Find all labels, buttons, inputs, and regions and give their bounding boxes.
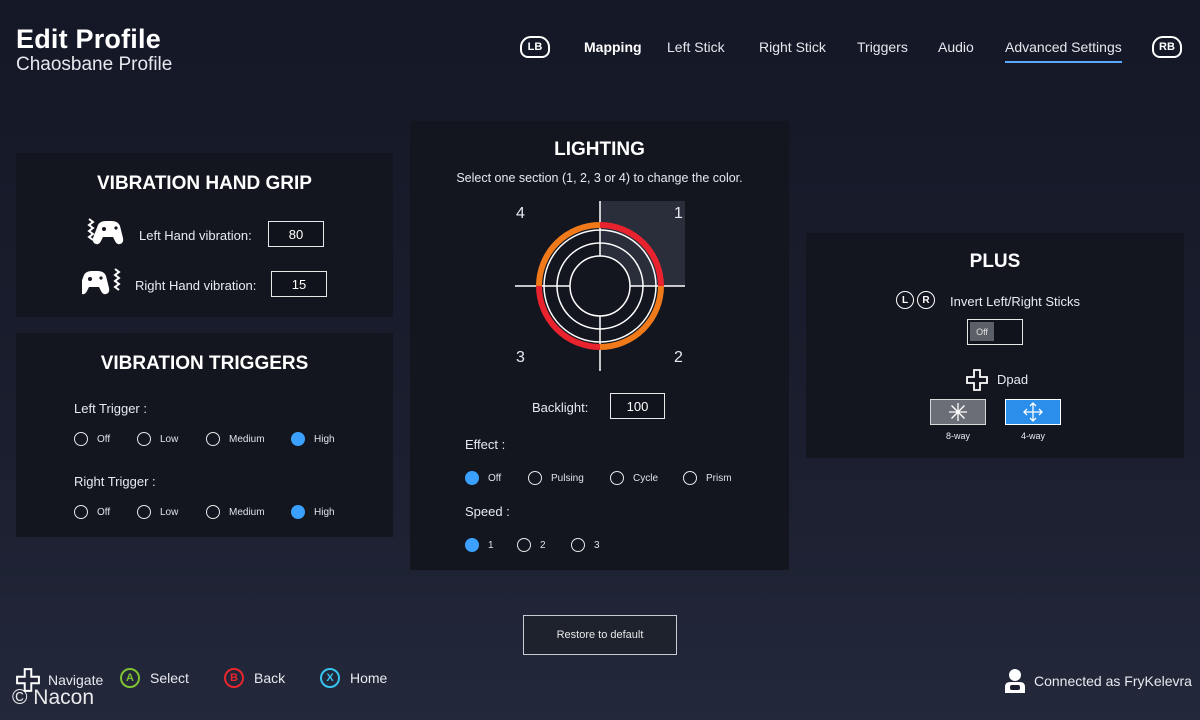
tab-advanced-settings[interactable]: Advanced Settings: [1005, 39, 1122, 63]
quadrant-3-label[interactable]: 3: [516, 349, 525, 367]
right-stick-icon: R: [917, 291, 935, 309]
panel-title: LIGHTING: [554, 139, 645, 160]
footer-select[interactable]: A Select: [120, 668, 189, 688]
b-button-icon: B: [224, 668, 244, 688]
radio-icon: [517, 538, 531, 552]
invert-sticks-label: Invert Left/Right Sticks: [950, 294, 1081, 309]
right-trigger-high[interactable]: High: [291, 505, 335, 519]
radio-icon: [137, 505, 151, 519]
stick-swap-icon: L R: [896, 291, 935, 309]
dpad-icon: [966, 369, 988, 391]
tab-audio[interactable]: Audio: [938, 39, 974, 55]
effect-label: Effect :: [465, 437, 506, 452]
footer-home[interactable]: X Home: [320, 668, 387, 688]
radio-icon: [610, 471, 624, 485]
vibration-triggers-panel: VIBRATION TRIGGERS Left Trigger : Off Lo…: [16, 333, 393, 537]
radio-icon: [683, 471, 697, 485]
right-hand-vibration-label: Right Hand vibration:: [135, 278, 257, 293]
top-nav: LB Mapping Left Stick Right Stick Trigge…: [0, 0, 1200, 80]
speed-label: Speed :: [465, 504, 510, 519]
lb-bumper-icon[interactable]: LB: [520, 36, 550, 58]
radio-icon: [571, 538, 585, 552]
invert-sticks-toggle[interactable]: Off: [967, 319, 1023, 345]
left-hand-vibration-label: Left Hand vibration:: [139, 228, 252, 243]
effect-off[interactable]: Off: [465, 471, 501, 485]
dpad-8way-button[interactable]: [930, 399, 986, 425]
footer-select-label: Select: [150, 670, 189, 686]
a-button-icon: A: [120, 668, 140, 688]
backlight-input[interactable]: 100: [610, 393, 665, 419]
radio-selected-icon: [465, 538, 479, 552]
speed-3[interactable]: 3: [571, 538, 600, 552]
plus-panel: PLUS L R Invert Left/Right Sticks Off Dp…: [806, 233, 1184, 458]
panel-title: PLUS: [969, 251, 1021, 272]
x-button-icon: X: [320, 668, 340, 688]
watermark: © Nacon: [12, 686, 95, 709]
dpad-4way-button[interactable]: [1005, 399, 1061, 425]
effect-cycle[interactable]: Cycle: [610, 471, 658, 485]
rb-bumper-icon[interactable]: RB: [1152, 36, 1182, 58]
lighting-panel: LIGHTING Select one section (1, 2, 3 or …: [410, 121, 789, 570]
lighting-instruction: Select one section (1, 2, 3 or 4) to cha…: [456, 171, 743, 185]
right-hand-vibration-input[interactable]: 15: [271, 271, 327, 297]
radio-selected-icon: [291, 432, 305, 446]
right-trigger-medium[interactable]: Medium: [206, 505, 265, 519]
speed-1[interactable]: 1: [465, 538, 494, 552]
radio-selected-icon: [465, 471, 479, 485]
backlight-label: Backlight:: [532, 400, 589, 415]
panel-title: VIBRATION HAND GRIP: [97, 173, 312, 194]
left-trigger-label: Left Trigger :: [74, 401, 147, 416]
left-trigger-off[interactable]: Off: [74, 432, 110, 446]
right-trigger-label: Right Trigger :: [74, 474, 156, 489]
vibration-hand-grip-panel: VIBRATION HAND GRIP Left Hand vibration:…: [16, 153, 393, 317]
effect-pulsing[interactable]: Pulsing: [528, 471, 584, 485]
right-hand-vibration-icon: [82, 268, 121, 295]
left-stick-icon: L: [896, 291, 914, 309]
tab-triggers[interactable]: Triggers: [857, 39, 908, 55]
left-trigger-low[interactable]: Low: [137, 432, 178, 446]
speed-2[interactable]: 2: [517, 538, 546, 552]
quadrant-2-label[interactable]: 2: [674, 349, 683, 367]
radio-icon: [206, 505, 220, 519]
tab-mapping[interactable]: Mapping: [584, 39, 642, 55]
dpad-label: Dpad: [997, 372, 1029, 387]
tab-right-stick[interactable]: Right Stick: [759, 39, 826, 55]
toggle-knob: Off: [970, 322, 994, 341]
radio-icon: [74, 505, 88, 519]
radio-icon: [528, 471, 542, 485]
quadrant-1-label[interactable]: 1: [674, 205, 683, 223]
restore-default-button[interactable]: Restore to default: [523, 615, 677, 655]
left-hand-vibration-input[interactable]: 80: [268, 221, 324, 247]
footer-back-label: Back: [254, 670, 286, 686]
radio-icon: [137, 432, 151, 446]
right-trigger-off[interactable]: Off: [74, 505, 110, 519]
left-trigger-medium[interactable]: Medium: [206, 432, 265, 446]
user-profile-icon: [1005, 669, 1025, 693]
left-trigger-high[interactable]: High: [291, 432, 335, 446]
radio-icon: [74, 432, 88, 446]
panel-title: VIBRATION TRIGGERS: [100, 353, 309, 374]
four-way-arrows-icon: [1023, 402, 1043, 422]
dpad-8way-label: 8-way: [945, 431, 970, 441]
tab-left-stick[interactable]: Left Stick: [667, 39, 725, 55]
footer-home-label: Home: [350, 670, 388, 686]
lighting-zone-selector[interactable]: [515, 201, 685, 371]
connection-status: Connected as FryKelevra: [1004, 668, 1192, 694]
radio-icon: [206, 432, 220, 446]
dpad-4way-label: 4-way: [1020, 431, 1045, 441]
effect-prism[interactable]: Prism: [683, 471, 732, 485]
footer-back[interactable]: B Back: [224, 668, 285, 688]
eight-way-arrows-icon: [949, 403, 967, 421]
quadrant-4-label[interactable]: 4: [516, 205, 525, 223]
radio-selected-icon: [291, 505, 305, 519]
left-hand-vibration-icon: [87, 218, 124, 245]
connected-user-label: Connected as FryKelevra: [1034, 673, 1192, 689]
right-trigger-low[interactable]: Low: [137, 505, 178, 519]
